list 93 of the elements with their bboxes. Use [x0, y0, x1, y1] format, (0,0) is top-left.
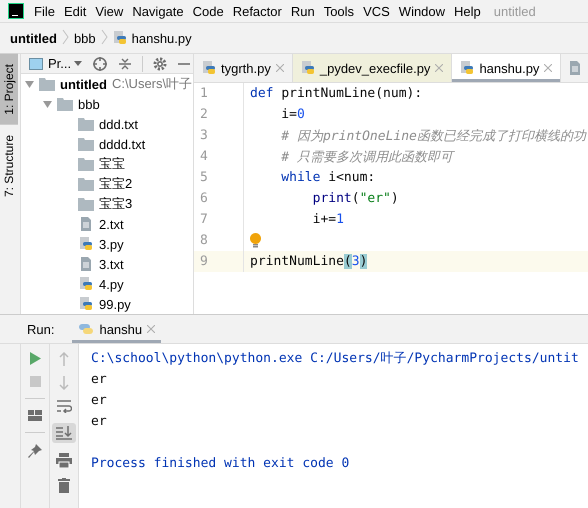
- code-line: while i<num:: [280, 170, 376, 185]
- menu-item[interactable]: Tools: [324, 4, 354, 18]
- menu-item[interactable]: VCS: [363, 4, 390, 18]
- python-icon: [78, 321, 94, 337]
- close-icon[interactable]: [544, 64, 552, 72]
- text-file-icon: [78, 257, 94, 271]
- window-title: untitled: [494, 4, 536, 18]
- python-file-icon: [112, 31, 127, 45]
- play-icon[interactable]: [29, 352, 41, 365]
- folder-icon: [78, 178, 94, 190]
- panel-title: Run:: [27, 322, 54, 336]
- close-icon[interactable]: [147, 325, 156, 333]
- tree-item[interactable]: untitled: [60, 76, 107, 92]
- close-icon[interactable]: [276, 64, 284, 72]
- editor-tab[interactable]: _pydev_execfile.py: [292, 54, 452, 82]
- code-line: printNumLine(3): [250, 254, 368, 269]
- close-icon[interactable]: [435, 64, 444, 72]
- line-number: 9: [194, 251, 244, 272]
- print-icon[interactable]: [56, 453, 72, 468]
- code-line: print("er"): [312, 191, 399, 206]
- tree-item[interactable]: dddd.txt: [99, 136, 146, 152]
- tree-item[interactable]: 4.py: [99, 276, 124, 292]
- text-file-icon: [78, 217, 94, 231]
- menu-item[interactable]: View: [95, 4, 124, 18]
- menu-item[interactable]: Help: [454, 4, 481, 18]
- python-file-icon: [300, 61, 315, 75]
- dropdown-caret-icon: [74, 61, 82, 66]
- folder-icon: [78, 138, 94, 150]
- menu-item[interactable]: Code: [192, 4, 224, 18]
- line-number: 5: [194, 167, 244, 188]
- menu-item[interactable]: Run: [290, 4, 315, 18]
- scroll-to-end-button[interactable]: [52, 423, 76, 443]
- menu-item[interactable]: File: [34, 4, 55, 18]
- tree-item[interactable]: 2.txt: [99, 216, 124, 232]
- python-file-icon: [78, 277, 94, 291]
- settings-icon[interactable]: [153, 56, 168, 70]
- crosshair-icon[interactable]: [92, 56, 108, 72]
- code-line: # 因为printOneLine函数已经完成了打印横线的功: [280, 128, 586, 144]
- python-file-icon: [202, 61, 216, 75]
- breadcrumb-item[interactable]: bbb: [74, 30, 96, 46]
- tool-window-tab[interactable]: 1: Project: [0, 54, 18, 125]
- console-line: er: [91, 413, 108, 431]
- breadcrumb-item[interactable]: untitled: [10, 30, 57, 46]
- tool-window-tab[interactable]: 7: Structure: [0, 124, 18, 207]
- code-line: def printNumLine(num):: [250, 86, 422, 101]
- menu-item[interactable]: Navigate: [132, 4, 184, 18]
- layout-icon[interactable]: [28, 410, 42, 421]
- lightbulb-icon[interactable]: [250, 233, 260, 248]
- line-number: 3: [194, 125, 244, 146]
- console-line: er: [91, 392, 108, 410]
- tree-item[interactable]: 宝宝: [99, 155, 125, 173]
- menu-item[interactable]: Refactor: [232, 4, 282, 18]
- tree-item[interactable]: 3.py: [99, 236, 124, 252]
- project-path: C:\Users\叶子: [112, 75, 192, 93]
- expand-arrow-icon[interactable]: [43, 100, 52, 108]
- app-logo-icon: [8, 3, 24, 19]
- python-file-icon: [78, 297, 94, 311]
- line-number: 6: [194, 188, 244, 209]
- line-number: 1: [194, 83, 244, 104]
- console-line: C:\school\python\python.exe C:/Users/叶子/PycharmProjects/untit: [91, 350, 576, 368]
- trash-icon[interactable]: [58, 478, 70, 493]
- tree-item[interactable]: 宝宝2: [99, 175, 132, 193]
- python-file-icon: [460, 61, 474, 75]
- tree-item[interactable]: 宝宝3: [99, 195, 132, 213]
- code-line: # 只需要多次调用此函数即可: [280, 148, 453, 166]
- folder-icon: [78, 158, 94, 170]
- soft-wrap-icon[interactable]: [56, 400, 72, 413]
- tree-item[interactable]: 3.txt: [99, 256, 124, 272]
- console-line: Process finished with exit code 0: [91, 455, 350, 473]
- line-number: 7: [194, 209, 244, 230]
- tree-item[interactable]: bbb: [78, 96, 100, 112]
- folder-icon: [78, 118, 94, 130]
- folder-icon: [78, 198, 94, 210]
- python-file-icon: [78, 237, 94, 251]
- line-number: 4: [194, 146, 244, 167]
- run-tab[interactable]: hanshu: [72, 315, 162, 343]
- code-line: i+=1: [312, 212, 344, 227]
- text-file-icon: [569, 61, 582, 75]
- tree-item[interactable]: 99.py: [99, 296, 131, 312]
- editor-tab[interactable]: hanshu.py: [452, 54, 562, 82]
- expand-arrow-icon[interactable]: [25, 80, 34, 88]
- tree-item[interactable]: ddd.txt: [99, 116, 138, 132]
- collapse-icon[interactable]: [118, 56, 132, 70]
- line-number: 2: [194, 104, 244, 125]
- folder-icon: [39, 78, 55, 90]
- console-line: er: [91, 371, 108, 389]
- pin-icon[interactable]: [28, 444, 42, 458]
- menu-item[interactable]: Edit: [64, 4, 86, 18]
- editor-tab[interactable]: tygrth.py: [194, 54, 293, 82]
- menu-item[interactable]: Window: [398, 4, 446, 18]
- code-line: i=0: [280, 107, 305, 122]
- breadcrumb-item[interactable]: hanshu.py: [132, 30, 192, 46]
- folder-icon: [57, 98, 73, 110]
